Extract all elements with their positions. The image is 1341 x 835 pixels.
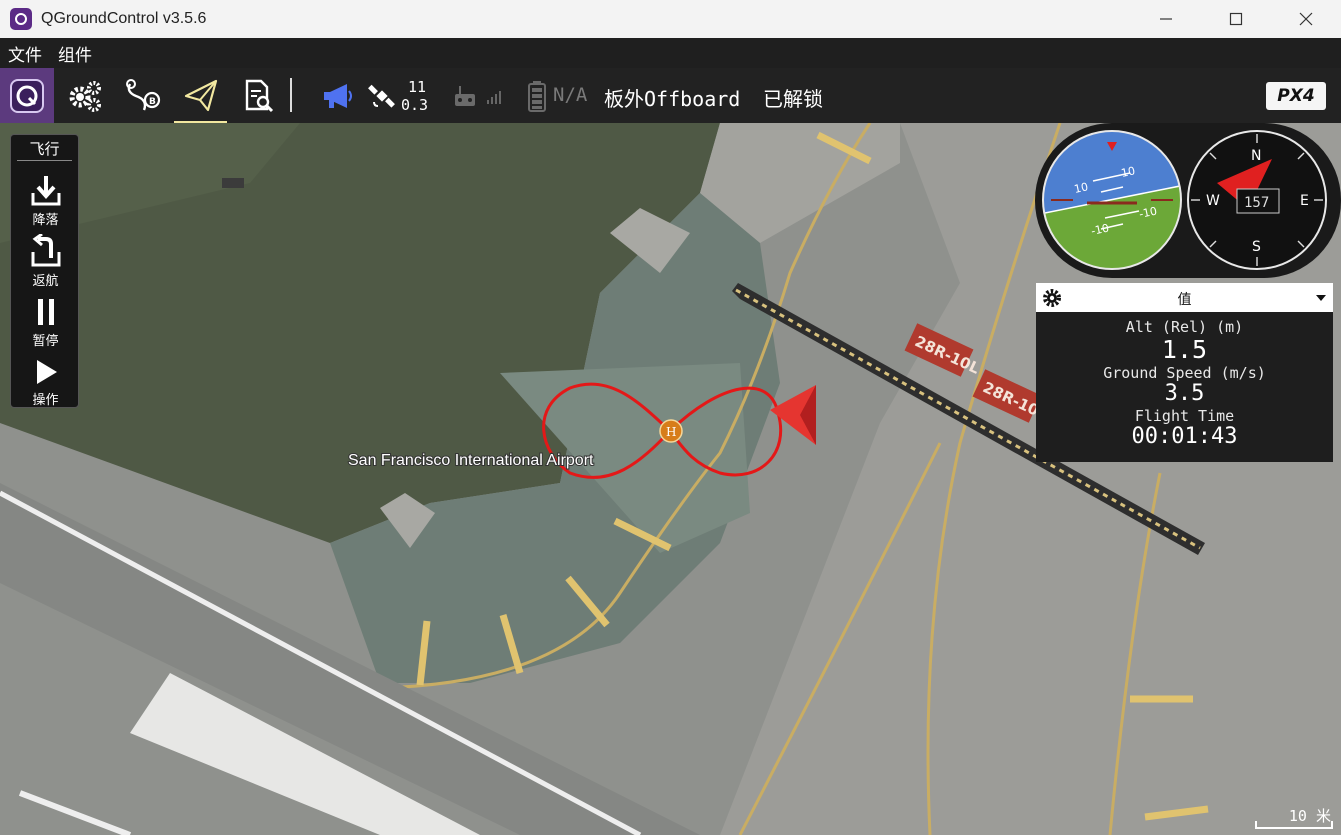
px4-brand-text: PX4 (1277, 86, 1315, 106)
value-item-alt: Alt (Rel) (m) 1.5 (1036, 312, 1333, 363)
close-button[interactable] (1271, 0, 1341, 38)
qgc-logo-button[interactable] (0, 68, 54, 123)
satellite-icon (368, 84, 395, 108)
rtl-label: 返航 (32, 274, 59, 289)
values-title: 值 (1177, 292, 1192, 308)
value-label: Alt (Rel) (m) (1125, 318, 1244, 336)
land-label: 降落 (32, 213, 59, 228)
svg-text:B: B (149, 97, 156, 107)
fly-view-button[interactable] (174, 68, 227, 123)
value-number: 00:01:43 (1131, 424, 1238, 449)
flight-mode-selector[interactable]: 板外Offboard (604, 83, 740, 112)
map-scale-bar (1255, 821, 1333, 829)
fly-tools-panel: 飞行 降落 返航 暂停 操作 (10, 134, 79, 408)
values-panel: Alt (Rel) (m) 1.5 Ground Speed (m/s) 3.5… (1036, 312, 1333, 462)
value-item-flight-time: Flight Time 00:01:43 (1036, 407, 1333, 449)
fly-panel-title: 飞行 (17, 135, 72, 161)
plan-view-button[interactable]: B (116, 68, 168, 123)
instrument-panel: 10 10 -10 -10 N E S W 157 (1035, 123, 1341, 278)
minimize-icon (1160, 18, 1172, 20)
maximize-icon (1229, 12, 1243, 26)
gps-sat-count: 11 (408, 78, 427, 96)
action-button[interactable]: 操作 (11, 357, 80, 415)
menu-components[interactable]: 组件 (58, 41, 92, 66)
value-number: 3.5 (1164, 381, 1205, 406)
window-controls (1131, 0, 1341, 38)
land-button[interactable]: 降落 (11, 173, 80, 231)
values-header[interactable]: 值 (1036, 283, 1333, 312)
rc-rssi-button[interactable] (450, 68, 480, 123)
gears-icon (69, 80, 101, 112)
toolbar-divider (290, 78, 292, 112)
value-label: Flight Time (1134, 407, 1235, 425)
battery-icon (528, 80, 546, 112)
gps-hdop: 0.3 (401, 96, 429, 114)
value-item-speed: Ground Speed (m/s) 3.5 (1036, 364, 1333, 406)
battery-button[interactable] (524, 68, 550, 123)
value-label: Ground Speed (m/s) (1103, 364, 1266, 382)
px4-logo: PX4 (1266, 82, 1326, 110)
menu-file[interactable]: 文件 (8, 41, 42, 66)
svg-text:N: N (1251, 148, 1261, 164)
rc-transmitter-icon (455, 85, 475, 106)
window-title: QGroundControl v3.5.6 (41, 10, 207, 27)
qgc-logo-icon (10, 78, 44, 113)
main-toolbar: B 11 0.3 N/A 板外Offboard 已解锁 PX4 (0, 68, 1341, 123)
rtl-button[interactable]: 返航 (11, 234, 80, 292)
home-marker-label: H (666, 425, 676, 439)
close-icon (1299, 12, 1313, 26)
place-label: San Francisco International Airport (348, 452, 594, 469)
gps-button[interactable] (364, 68, 400, 123)
land-arrow-icon (31, 176, 60, 206)
paper-plane-icon (184, 79, 217, 111)
plan-route-icon: B (126, 78, 161, 110)
map-scale: 10 米 (1255, 807, 1333, 829)
instruments-svg: 10 10 -10 -10 N E S W 157 (1035, 123, 1341, 278)
return-arrow-icon (31, 234, 60, 267)
svg-text:E: E (1300, 193, 1309, 209)
compass-heading: 157 (1244, 195, 1269, 211)
battery-value: N/A (553, 84, 588, 106)
compass-indicator: N E S W 157 (1187, 130, 1327, 270)
chevron-down-icon[interactable] (1315, 294, 1327, 302)
pause-label: 暂停 (32, 334, 59, 349)
armed-status[interactable]: 已解锁 (763, 83, 823, 112)
value-number: 1.5 (1161, 335, 1208, 364)
pause-button[interactable]: 暂停 (11, 296, 80, 354)
action-label: 操作 (32, 393, 59, 408)
window-titlebar: QGroundControl v3.5.6 (0, 0, 1341, 38)
menu-bar: 文件 组件 (0, 38, 1341, 68)
pause-icon (37, 299, 54, 325)
svg-text:W: W (1206, 193, 1220, 209)
signal-bars-icon (487, 90, 501, 104)
analyze-button[interactable] (232, 68, 284, 123)
settings-button[interactable] (60, 68, 110, 123)
minimize-button[interactable] (1131, 0, 1201, 38)
svg-text:S: S (1252, 239, 1261, 255)
megaphone-icon (324, 83, 352, 108)
signal-bars (484, 68, 506, 123)
document-search-icon (245, 79, 274, 112)
maximize-button[interactable] (1201, 0, 1271, 38)
messages-button[interactable] (318, 68, 358, 123)
play-icon (36, 360, 57, 384)
app-logo-icon (10, 8, 32, 30)
